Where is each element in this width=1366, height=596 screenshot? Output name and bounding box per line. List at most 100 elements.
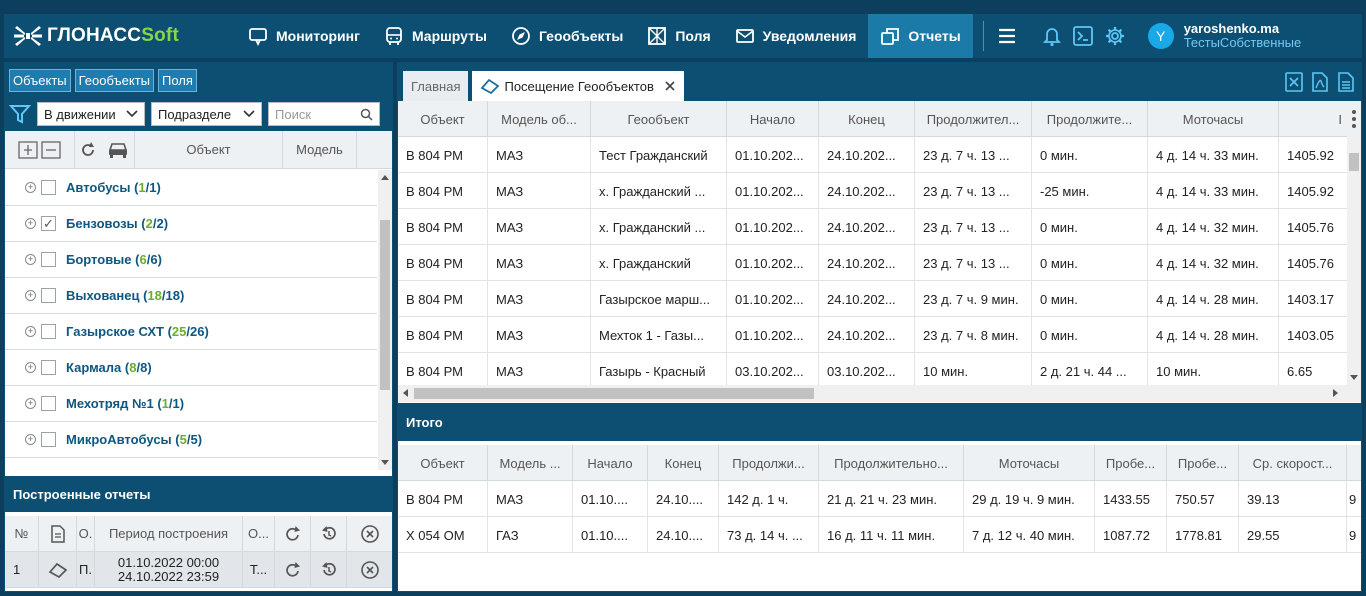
tab-objects[interactable]: Объекты — [9, 68, 71, 92]
expand-collapse-button[interactable] — [5, 130, 75, 169]
col-engine-hours[interactable]: Моточасы — [964, 445, 1095, 481]
list-item[interactable]: + Выхованец (18/18) — [5, 278, 377, 314]
col-more[interactable]: I — [1279, 101, 1349, 137]
refresh-column[interactable] — [75, 131, 101, 169]
document-icon[interactable] — [1337, 72, 1355, 92]
nav-geoobjects[interactable]: Геообъекты — [499, 14, 635, 58]
expand-icon[interactable]: + — [25, 434, 36, 445]
bell-icon[interactable] — [1042, 25, 1062, 47]
col-more[interactable] — [1347, 445, 1361, 481]
column-delete[interactable] — [347, 516, 392, 552]
column-num[interactable]: № — [5, 515, 39, 552]
column-model[interactable]: Модель — [283, 130, 357, 169]
col-mileage[interactable]: Пробе... — [1095, 445, 1167, 481]
scroll-thumb[interactable] — [414, 388, 814, 399]
list-item[interactable]: + Газырское СХТ (25/26) — [5, 314, 377, 350]
column-history[interactable] — [311, 515, 347, 552]
group-checkbox[interactable] — [41, 180, 56, 195]
col-mileage2[interactable]: Пробе... — [1167, 445, 1239, 481]
table-row[interactable]: В 804 РМ МАЗ х. Гражданский ... 01.10.202..… — [398, 173, 1361, 209]
division-select[interactable]: Подразделе — [151, 102, 262, 126]
console-icon[interactable] — [1072, 25, 1094, 47]
logo[interactable]: ГЛОНАСС Soft — [14, 14, 236, 58]
scroll-thumb[interactable] — [380, 220, 390, 390]
group-checkbox[interactable] — [41, 360, 56, 375]
groups-scrollbar[interactable] — [378, 170, 392, 470]
table-row[interactable]: В 804 РМ МАЗ Мехток 1 - Газы... 01.10.202..… — [398, 317, 1361, 353]
tab-home[interactable]: Главная — [403, 71, 469, 101]
col-start[interactable]: Начало — [573, 445, 648, 481]
col-duration2[interactable]: Продолжите... — [1032, 101, 1148, 137]
tab-geoobject-visits[interactable]: Посещение Геообъектов — [472, 71, 684, 101]
tab-fields[interactable]: Поля — [158, 68, 197, 92]
nav-routes[interactable]: Маршруты — [372, 14, 499, 58]
table-row[interactable]: В 804 РМ МАЗ Газырь - Красный 03.10.202... 0… — [398, 353, 1361, 389]
col-duration2[interactable]: Продолжительно... — [819, 445, 964, 481]
expand-icon[interactable]: + — [25, 290, 36, 301]
scroll-down-icon[interactable] — [1347, 371, 1361, 383]
group-checkbox[interactable] — [41, 432, 56, 447]
list-item[interactable]: + МикроАвтобусы (5/5) — [5, 422, 377, 458]
scroll-right-icon[interactable] — [1329, 385, 1341, 402]
table-row[interactable]: В 804 РМ МАЗ х. Гражданский ... 01.10.202..… — [398, 209, 1361, 245]
list-item[interactable]: + Автобусы (1/1) — [5, 170, 377, 206]
table-row[interactable]: Х 054 ОМ ГАЗ 01.10.... 24.10.... 73 д. 14 ч.… — [398, 517, 1361, 553]
table-row[interactable]: В 804 РМ МАЗ Тест Гражданский 01.10.202... 2… — [398, 137, 1361, 173]
excel-icon[interactable] — [1285, 72, 1303, 92]
table-row[interactable]: В 804 РМ МАЗ 01.10.... 24.10.... 142 д. 1 ч.… — [398, 481, 1361, 517]
group-checkbox[interactable] — [41, 396, 56, 411]
table-row[interactable]: 1 П. 01.10.2022 00:00 24.10.2022 23:59 Т… — [5, 551, 392, 588]
nav-monitoring[interactable]: Мониторинг — [236, 14, 372, 58]
expand-icon[interactable]: + — [25, 182, 36, 193]
menu-icon[interactable] — [996, 25, 1018, 47]
grid-hscroll[interactable] — [398, 385, 1361, 402]
expand-icon[interactable]: + — [25, 398, 36, 409]
group-checkbox[interactable] — [41, 324, 56, 339]
col-end[interactable]: Конец — [648, 445, 719, 481]
list-item[interactable]: + Мехотряд №1 (1/1) — [5, 386, 377, 422]
nav-fields[interactable]: Поля — [635, 14, 722, 58]
vehicle-column[interactable] — [101, 130, 135, 169]
column-period[interactable]: Период построения — [95, 515, 243, 552]
scroll-down-icon[interactable] — [378, 456, 392, 468]
expand-icon[interactable]: + — [25, 218, 36, 229]
col-start[interactable]: Начало — [727, 101, 819, 137]
nav-reports[interactable]: Отчеты — [868, 14, 973, 58]
search-input[interactable]: Поиск — [268, 102, 380, 126]
col-model[interactable]: Модель об... — [488, 101, 591, 137]
group-checkbox[interactable] — [41, 252, 56, 267]
expand-icon[interactable]: + — [25, 254, 36, 265]
col-object[interactable]: Объект — [398, 445, 488, 481]
nav-notifications[interactable]: Уведомления — [723, 14, 869, 58]
col-duration[interactable]: Продолжи... — [719, 445, 819, 481]
grid-vscroll[interactable] — [1347, 137, 1361, 385]
scroll-left-icon[interactable] — [400, 385, 412, 402]
column-rebuild[interactable] — [275, 515, 311, 552]
list-item[interactable]: + Бортовые (6/6) — [5, 242, 377, 278]
expand-icon[interactable]: + — [25, 326, 36, 337]
column-o1[interactable]: О. — [77, 515, 95, 552]
column-o2[interactable]: О... — [243, 515, 275, 552]
close-icon[interactable] — [664, 80, 676, 92]
col-object[interactable]: Объект — [398, 101, 488, 137]
rebuild-button[interactable] — [275, 551, 311, 588]
list-item[interactable]: + ✓ Бензовозы (2/2) — [5, 206, 377, 242]
col-geoobject[interactable]: Геообъект — [591, 101, 727, 137]
gear-icon[interactable] — [1104, 25, 1126, 47]
col-engine-hours[interactable]: Моточасы — [1148, 101, 1279, 137]
delete-report-button[interactable] — [347, 552, 392, 588]
column-object[interactable]: Объект — [135, 130, 283, 169]
table-row[interactable]: В 804 РМ МАЗ х. Гражданский 01.10.202... 24.… — [398, 245, 1361, 281]
col-avg-speed[interactable]: Ср. скорост... — [1239, 445, 1347, 481]
table-row[interactable]: В 804 РМ МАЗ Газырское марш... 01.10.202...… — [398, 281, 1361, 317]
scroll-up-icon[interactable] — [378, 172, 392, 184]
motion-select[interactable]: В движении — [37, 102, 145, 126]
col-duration[interactable]: Продолжител... — [915, 101, 1032, 137]
scroll-thumb[interactable] — [1349, 153, 1359, 171]
history-button[interactable] — [311, 551, 347, 588]
col-end[interactable]: Конец — [819, 101, 915, 137]
user-menu[interactable]: Y yaroshenko.ma ТестыСобственные — [1147, 22, 1301, 50]
col-model[interactable]: Модель ... — [488, 445, 573, 481]
group-checkbox[interactable]: ✓ — [41, 216, 56, 231]
list-item[interactable]: + Кармала (8/8) — [5, 350, 377, 386]
